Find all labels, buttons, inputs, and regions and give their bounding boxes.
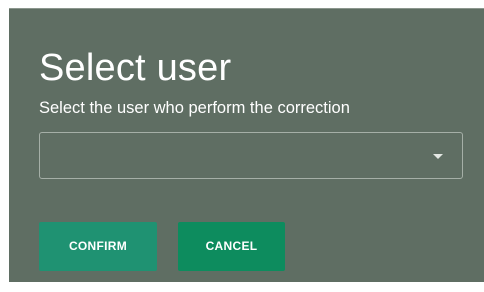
caret-down-icon[interactable] [433, 154, 443, 159]
dialog-subtitle: Select the user who perform the correcti… [39, 99, 350, 117]
confirm-button[interactable]: CONFIRM [39, 222, 157, 271]
select-user-dialog: Select user Select the user who perform … [9, 8, 484, 282]
user-select-dropdown[interactable] [39, 132, 463, 179]
dialog-top-divider [9, 8, 484, 9]
cancel-button[interactable]: CANCEL [178, 222, 285, 271]
dialog-title: Select user [39, 47, 232, 89]
